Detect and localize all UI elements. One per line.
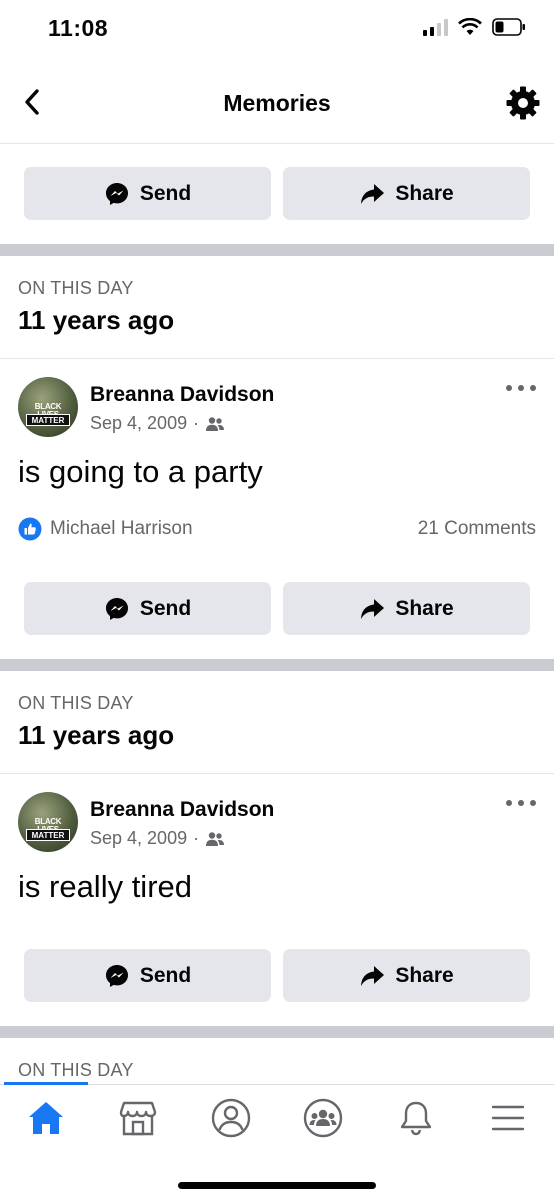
messenger-icon bbox=[105, 182, 128, 205]
tab-notifications[interactable] bbox=[393, 1097, 439, 1139]
avatar[interactable]: BLACK LIVES MATTER bbox=[18, 377, 78, 437]
memory-header: ON THIS DAY bbox=[0, 1038, 554, 1084]
section-divider bbox=[0, 244, 554, 256]
post-date[interactable]: Sep 4, 2009 bbox=[90, 828, 187, 849]
status-icons bbox=[423, 18, 526, 36]
memory-header: ON THIS DAY 11 years ago bbox=[0, 256, 554, 359]
gear-icon bbox=[506, 86, 540, 120]
share-button[interactable]: Share bbox=[283, 167, 530, 220]
post-header: BLACK LIVES MATTER Breanna Davidson Sep … bbox=[18, 792, 536, 852]
send-button[interactable]: Send bbox=[24, 949, 271, 1002]
memory-label: ON THIS DAY bbox=[18, 693, 134, 713]
share-button[interactable]: Share bbox=[283, 949, 530, 1002]
memory-post: BLACK LIVES MATTER Breanna Davidson Sep … bbox=[0, 774, 554, 906]
post-author[interactable]: Breanna Davidson bbox=[90, 798, 274, 822]
bell-icon bbox=[400, 1101, 431, 1136]
more-options-button[interactable] bbox=[506, 381, 536, 395]
post-action-row: Send Share bbox=[0, 949, 554, 1002]
send-button[interactable]: Send bbox=[24, 167, 271, 220]
friends-icon bbox=[206, 831, 225, 846]
send-button[interactable]: Send bbox=[24, 582, 271, 635]
like-icon bbox=[18, 517, 42, 541]
tabs bbox=[0, 1085, 554, 1139]
tab-menu[interactable] bbox=[485, 1097, 531, 1139]
post-header: BLACK LIVES MATTER Breanna Davidson Sep … bbox=[18, 377, 536, 437]
tab-profile[interactable] bbox=[208, 1097, 254, 1139]
comments-count[interactable]: 21 Comments bbox=[418, 518, 536, 540]
tab-home[interactable] bbox=[23, 1097, 69, 1139]
groups-icon bbox=[303, 1098, 343, 1138]
share-button[interactable]: Share bbox=[283, 582, 530, 635]
tab-marketplace[interactable] bbox=[115, 1097, 161, 1139]
memories-feed[interactable]: Send Share ON THIS DAY 11 years ago BLAC… bbox=[0, 144, 554, 1084]
send-label: Send bbox=[139, 963, 192, 987]
messenger-icon bbox=[105, 597, 128, 620]
top-action-row: Send Share bbox=[0, 167, 554, 220]
share-arrow-icon bbox=[361, 598, 385, 619]
post-text: is really tired bbox=[18, 869, 192, 904]
share-arrow-icon bbox=[361, 965, 385, 986]
profile-icon bbox=[211, 1098, 250, 1138]
status-bar: 11:08 bbox=[0, 0, 554, 60]
memory-years-ago: 11 years ago bbox=[18, 720, 175, 750]
memory-header: ON THIS DAY 11 years ago bbox=[0, 671, 554, 774]
tab-groups[interactable] bbox=[300, 1097, 346, 1139]
battery-icon bbox=[492, 18, 525, 36]
share-label: Share bbox=[395, 596, 454, 620]
memory-post: BLACK LIVES MATTER Breanna Davidson Sep … bbox=[0, 359, 554, 541]
post-meta: Breanna Davidson Sep 4, 2009 · bbox=[90, 798, 274, 849]
menu-icon bbox=[491, 1105, 525, 1131]
reactions-row: Michael Harrison 21 Comments bbox=[18, 517, 536, 541]
send-label: Send bbox=[139, 596, 192, 620]
send-label: Send bbox=[139, 181, 192, 205]
reactor-name: Michael Harrison bbox=[50, 518, 193, 539]
nav-bar: Memories bbox=[0, 60, 554, 144]
share-label: Share bbox=[395, 181, 454, 205]
post-date[interactable]: Sep 4, 2009 bbox=[90, 413, 187, 434]
messenger-icon bbox=[105, 964, 128, 987]
post-date-line: Sep 4, 2009 · bbox=[90, 413, 274, 434]
section-divider bbox=[0, 659, 554, 671]
signal-icon bbox=[423, 18, 448, 36]
friends-icon bbox=[206, 416, 225, 431]
post-meta: Breanna Davidson Sep 4, 2009 · bbox=[90, 383, 274, 434]
share-label: Share bbox=[395, 963, 454, 987]
post-date-line: Sep 4, 2009 · bbox=[90, 828, 274, 849]
page-title: Memories bbox=[223, 90, 331, 116]
status-time: 11:08 bbox=[48, 15, 109, 41]
bottom-tab-bar bbox=[0, 1082, 554, 1200]
memory-label: ON THIS DAY bbox=[18, 278, 134, 298]
marketplace-icon bbox=[120, 1101, 157, 1136]
post-text: is going to a party bbox=[18, 454, 263, 489]
wifi-icon bbox=[458, 18, 482, 35]
share-arrow-icon bbox=[361, 183, 385, 204]
active-tab-indicator bbox=[4, 1082, 88, 1085]
home-icon bbox=[29, 1102, 63, 1134]
memory-label: ON THIS DAY bbox=[18, 1060, 134, 1080]
settings-button[interactable] bbox=[504, 84, 542, 122]
reactions-summary[interactable]: Michael Harrison bbox=[18, 517, 193, 541]
post-author[interactable]: Breanna Davidson bbox=[90, 383, 274, 407]
more-options-button[interactable] bbox=[506, 796, 536, 810]
memory-years-ago: 11 years ago bbox=[18, 305, 175, 335]
section-divider bbox=[0, 1026, 554, 1038]
home-indicator bbox=[178, 1182, 376, 1189]
avatar[interactable]: BLACK LIVES MATTER bbox=[18, 792, 78, 852]
post-action-row: Send Share bbox=[0, 582, 554, 635]
